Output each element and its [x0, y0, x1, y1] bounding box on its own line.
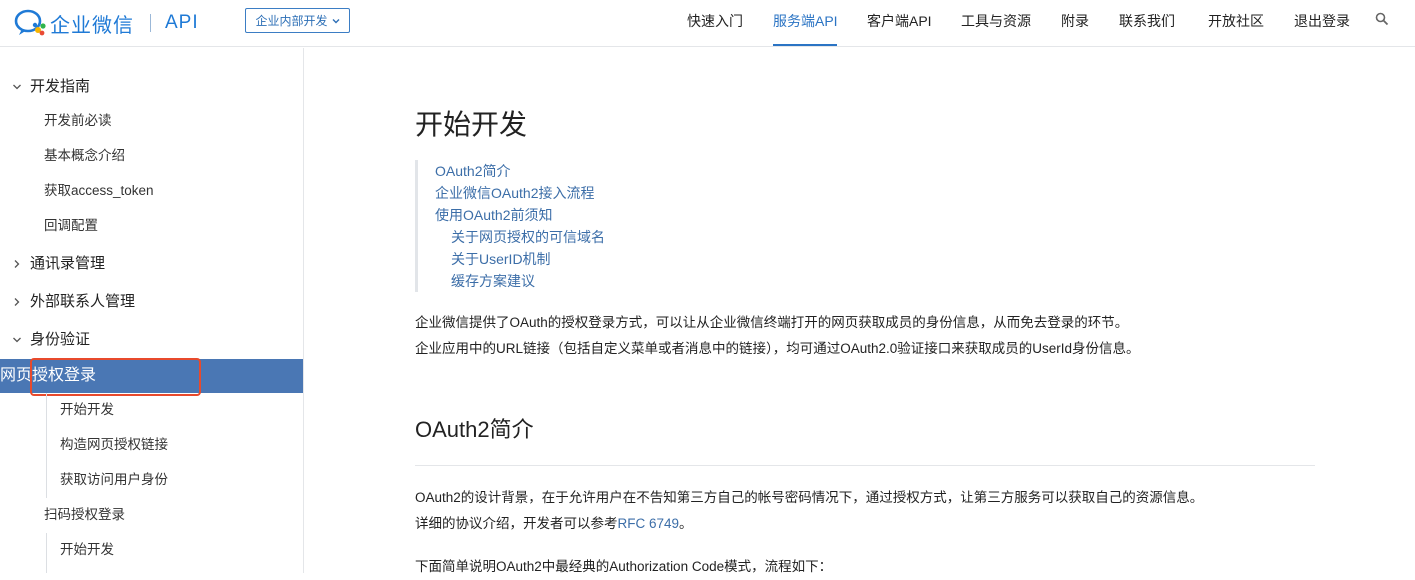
sidebar-item-label: 构造网页授权链接: [60, 437, 168, 452]
nav-community[interactable]: 开放社区: [1208, 11, 1264, 31]
tree-line: [46, 428, 47, 463]
toc-link-cache-advice[interactable]: 缓存方案建议: [435, 270, 605, 292]
section-paragraph-2: 详细的协议介绍，开发者可以参考RFC 6749。: [415, 511, 693, 537]
sidebar-item-qr-login[interactable]: 扫码授权登录: [0, 504, 303, 526]
toc-link-oauth2-intro[interactable]: OAuth2简介: [435, 160, 605, 182]
toc-link-trusted-domain[interactable]: 关于网页授权的可信域名: [435, 226, 605, 248]
context-selector-label: 企业内部开发: [255, 14, 328, 28]
toc-link-prerequisites[interactable]: 使用OAuth2前须知: [435, 204, 605, 226]
tree-line: [46, 533, 47, 573]
search-icon[interactable]: [1375, 12, 1389, 26]
sidebar-group-label: 身份验证: [30, 331, 91, 348]
chevron-right-icon: [14, 298, 20, 306]
context-selector-dropdown[interactable]: 企业内部开发: [245, 8, 350, 33]
nav-tools-resources[interactable]: 工具与资源: [961, 11, 1031, 31]
sidebar-group-external-contacts[interactable]: 外部联系人管理: [0, 289, 303, 315]
page-title: 开始开发: [415, 109, 528, 140]
sidebar-item-label: 基本概念介绍: [44, 148, 125, 163]
sidebar-item-callback-config[interactable]: 回调配置: [0, 215, 303, 237]
sidebar-subitem-qr-start-dev[interactable]: 开始开发: [0, 533, 303, 573]
intro-paragraph-1: 企业微信提供了OAuth的授权登录方式，可以让从企业微信终端打开的网页获取成员的…: [415, 315, 1129, 330]
rfc-6749-link[interactable]: RFC 6749: [618, 516, 680, 531]
main-content: 开始开发 OAuth2简介 企业微信OAuth2接入流程 使用OAuth2前须知…: [305, 48, 1415, 574]
toc-link-access-flow[interactable]: 企业微信OAuth2接入流程: [435, 182, 605, 204]
sidebar-nav: 开发指南 开发前必读 基本概念介绍 获取access_token 回调配置 通讯…: [0, 48, 304, 573]
wecom-logo-icon: [14, 9, 46, 36]
sidebar-group-label: 通讯录管理: [30, 255, 106, 272]
paragraph-text: 详细的协议介绍，开发者可以参考: [415, 516, 618, 531]
chevron-down-icon: [13, 84, 21, 90]
sidebar-group-dev-guide[interactable]: 开发指南: [0, 74, 303, 100]
sidebar-group-contacts[interactable]: 通讯录管理: [0, 251, 303, 277]
nav-logout[interactable]: 退出登录: [1294, 11, 1350, 31]
sidebar-item-web-oauth-login[interactable]: 网页授权登录: [0, 359, 303, 393]
paragraph-text: 。: [679, 516, 693, 531]
sidebar-subitem-start-dev[interactable]: 开始开发: [0, 393, 303, 428]
top-header: 企业微信 API 企业内部开发 快速入门 服务端API 客户端API 工具与资源…: [0, 0, 1415, 47]
active-nav-indicator: [773, 44, 837, 46]
table-of-contents: OAuth2简介 企业微信OAuth2接入流程 使用OAuth2前须知 关于网页…: [415, 160, 605, 292]
logo-text: 企业微信: [50, 14, 134, 37]
tree-line: [46, 463, 47, 498]
sidebar-subitem-build-auth-link[interactable]: 构造网页授权链接: [0, 428, 303, 463]
sidebar-group-label: 开发指南: [30, 78, 91, 95]
nav-quickstart[interactable]: 快速入门: [687, 11, 743, 31]
sidebar-item-label: 获取访问用户身份: [60, 472, 168, 487]
chevron-down-icon: [332, 18, 339, 23]
toc-link-userid-mechanism[interactable]: 关于UserID机制: [435, 248, 605, 270]
sidebar-item-label: 扫码授权登录: [44, 507, 125, 522]
sidebar-item-label: 网页授权登录: [0, 367, 97, 384]
intro-paragraph-2: 企业应用中的URL链接（包括自定义菜单或者消息中的链接），均可通过OAuth2.…: [415, 341, 1140, 356]
sidebar-item-label: 开始开发: [60, 402, 114, 417]
sidebar-subitem-get-user-identity[interactable]: 获取访问用户身份: [0, 463, 303, 498]
sidebar-item-basic-concepts[interactable]: 基本概念介绍: [0, 145, 303, 167]
section-heading-oauth2-intro: OAuth2简介: [415, 417, 534, 442]
nav-client-api[interactable]: 客户端API: [867, 11, 932, 31]
sidebar-item-label: 开始开发: [60, 542, 114, 557]
chevron-right-icon: [14, 260, 20, 268]
sidebar-group-label: 外部联系人管理: [30, 293, 136, 310]
section-paragraph-1: OAuth2的设计背景，在于允许用户在不告知第三方自己的帐号密码情况下，通过授权…: [415, 490, 1204, 505]
tree-line: [46, 393, 47, 428]
nav-appendix[interactable]: 附录: [1061, 11, 1089, 31]
logo-api-text: API: [165, 12, 199, 33]
logo[interactable]: 企业微信 API: [14, 9, 199, 37]
sidebar-item-label: 回调配置: [44, 218, 98, 233]
sidebar-item-label: 获取access_token: [44, 183, 154, 198]
nav-server-api[interactable]: 服务端API: [773, 11, 838, 31]
sidebar-item-before-dev[interactable]: 开发前必读: [0, 110, 303, 132]
sidebar-group-identity-auth[interactable]: 身份验证: [0, 327, 303, 353]
sidebar-item-access-token[interactable]: 获取access_token: [0, 180, 303, 202]
sidebar-item-label: 开发前必读: [44, 113, 112, 128]
chevron-down-icon: [13, 337, 21, 343]
nav-contact-us[interactable]: 联系我们: [1119, 11, 1175, 31]
section-paragraph-3: 下面简单说明OAuth2中最经典的Authorization Code模式，流程…: [415, 559, 833, 574]
section-divider: [415, 465, 1315, 466]
logo-divider: [150, 14, 151, 32]
